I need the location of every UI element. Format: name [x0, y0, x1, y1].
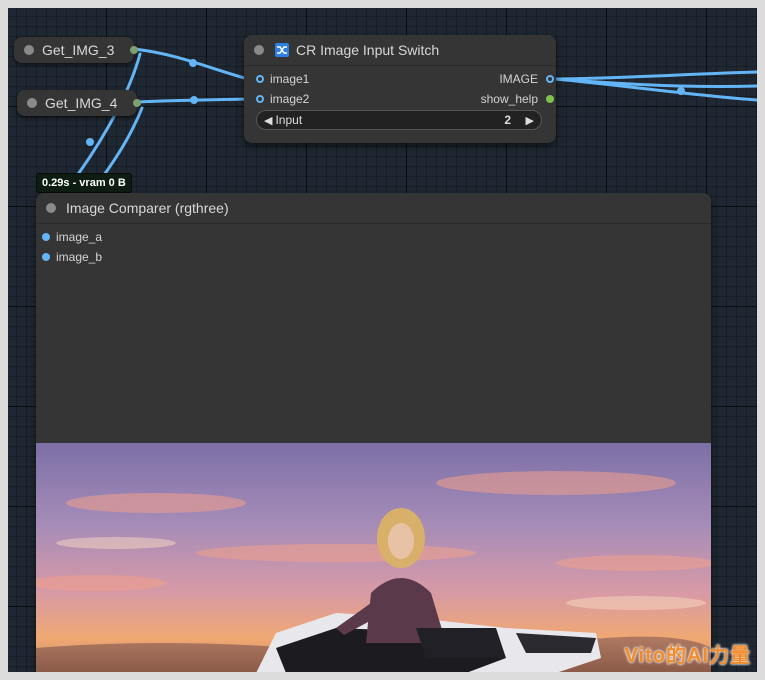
- wire-midpoint: [190, 96, 198, 104]
- input-label-image2: image2: [270, 92, 310, 106]
- wire-img3-down: [66, 52, 142, 190]
- node-status-dot: [46, 203, 56, 213]
- node-title: CR Image Input Switch: [296, 42, 440, 58]
- wire-image-out-1: [554, 70, 757, 81]
- window-frame: Get_IMG_3 Get_IMG_4 CR Image Input Switc…: [0, 0, 765, 680]
- input-label-image1: image1: [270, 72, 310, 86]
- get-img-3-node[interactable]: Get_IMG_3: [14, 37, 138, 63]
- comparison-image[interactable]: [36, 443, 711, 672]
- node-status-dot: [254, 45, 264, 55]
- input-number-widget[interactable]: ◀ Input 2 ▶: [256, 110, 542, 130]
- node-title-bar[interactable]: CR Image Input Switch: [244, 35, 556, 66]
- get-node-label: Get_IMG_4: [45, 95, 118, 111]
- output-label-image: IMAGE: [499, 72, 538, 86]
- output-slot-show-help[interactable]: [546, 95, 554, 103]
- image-comparer-node[interactable]: Image Comparer (rgthree) image_a image_b: [36, 193, 711, 672]
- get-img-4-node[interactable]: Get_IMG_4: [17, 90, 141, 116]
- widget-name: Input: [275, 113, 303, 127]
- input-slot-image-a[interactable]: [42, 233, 50, 241]
- output-slot-dot[interactable]: [130, 46, 138, 54]
- wire-image-out-3: [554, 77, 757, 102]
- input-label-image-a: image_a: [56, 230, 103, 244]
- shuffle-icon: [275, 43, 289, 57]
- wire-midpoint: [189, 59, 197, 67]
- output-label-show-help: show_help: [480, 92, 538, 106]
- increment-arrow-icon[interactable]: ▶: [526, 114, 534, 127]
- node-graph-canvas[interactable]: Get_IMG_3 Get_IMG_4 CR Image Input Switc…: [8, 8, 757, 672]
- input-slot-image1[interactable]: [256, 75, 264, 83]
- wire-midpoint: [86, 138, 94, 146]
- watermark-text: Vito的AI力量: [624, 645, 751, 667]
- get-node-label: Get_IMG_3: [42, 42, 115, 58]
- node-title-bar[interactable]: Image Comparer (rgthree): [36, 193, 711, 224]
- decrement-arrow-icon[interactable]: ◀: [264, 114, 272, 127]
- node-status-dot: [24, 45, 34, 55]
- timing-badge: 0.29s - vram 0 B: [36, 173, 132, 193]
- node-title: Image Comparer (rgthree): [66, 200, 229, 216]
- node-status-dot: [27, 98, 37, 108]
- input-label-image-b: image_b: [56, 250, 103, 264]
- wire-midpoint: [677, 87, 685, 95]
- output-slot-image[interactable]: [546, 75, 554, 83]
- input-slot-image-b[interactable]: [42, 253, 50, 261]
- widget-value: 2: [504, 113, 511, 127]
- input-slot-image2[interactable]: [256, 95, 264, 103]
- cr-image-input-switch-node[interactable]: CR Image Input Switch image1 image2 IMAG…: [244, 35, 556, 143]
- output-slot-dot[interactable]: [133, 99, 141, 107]
